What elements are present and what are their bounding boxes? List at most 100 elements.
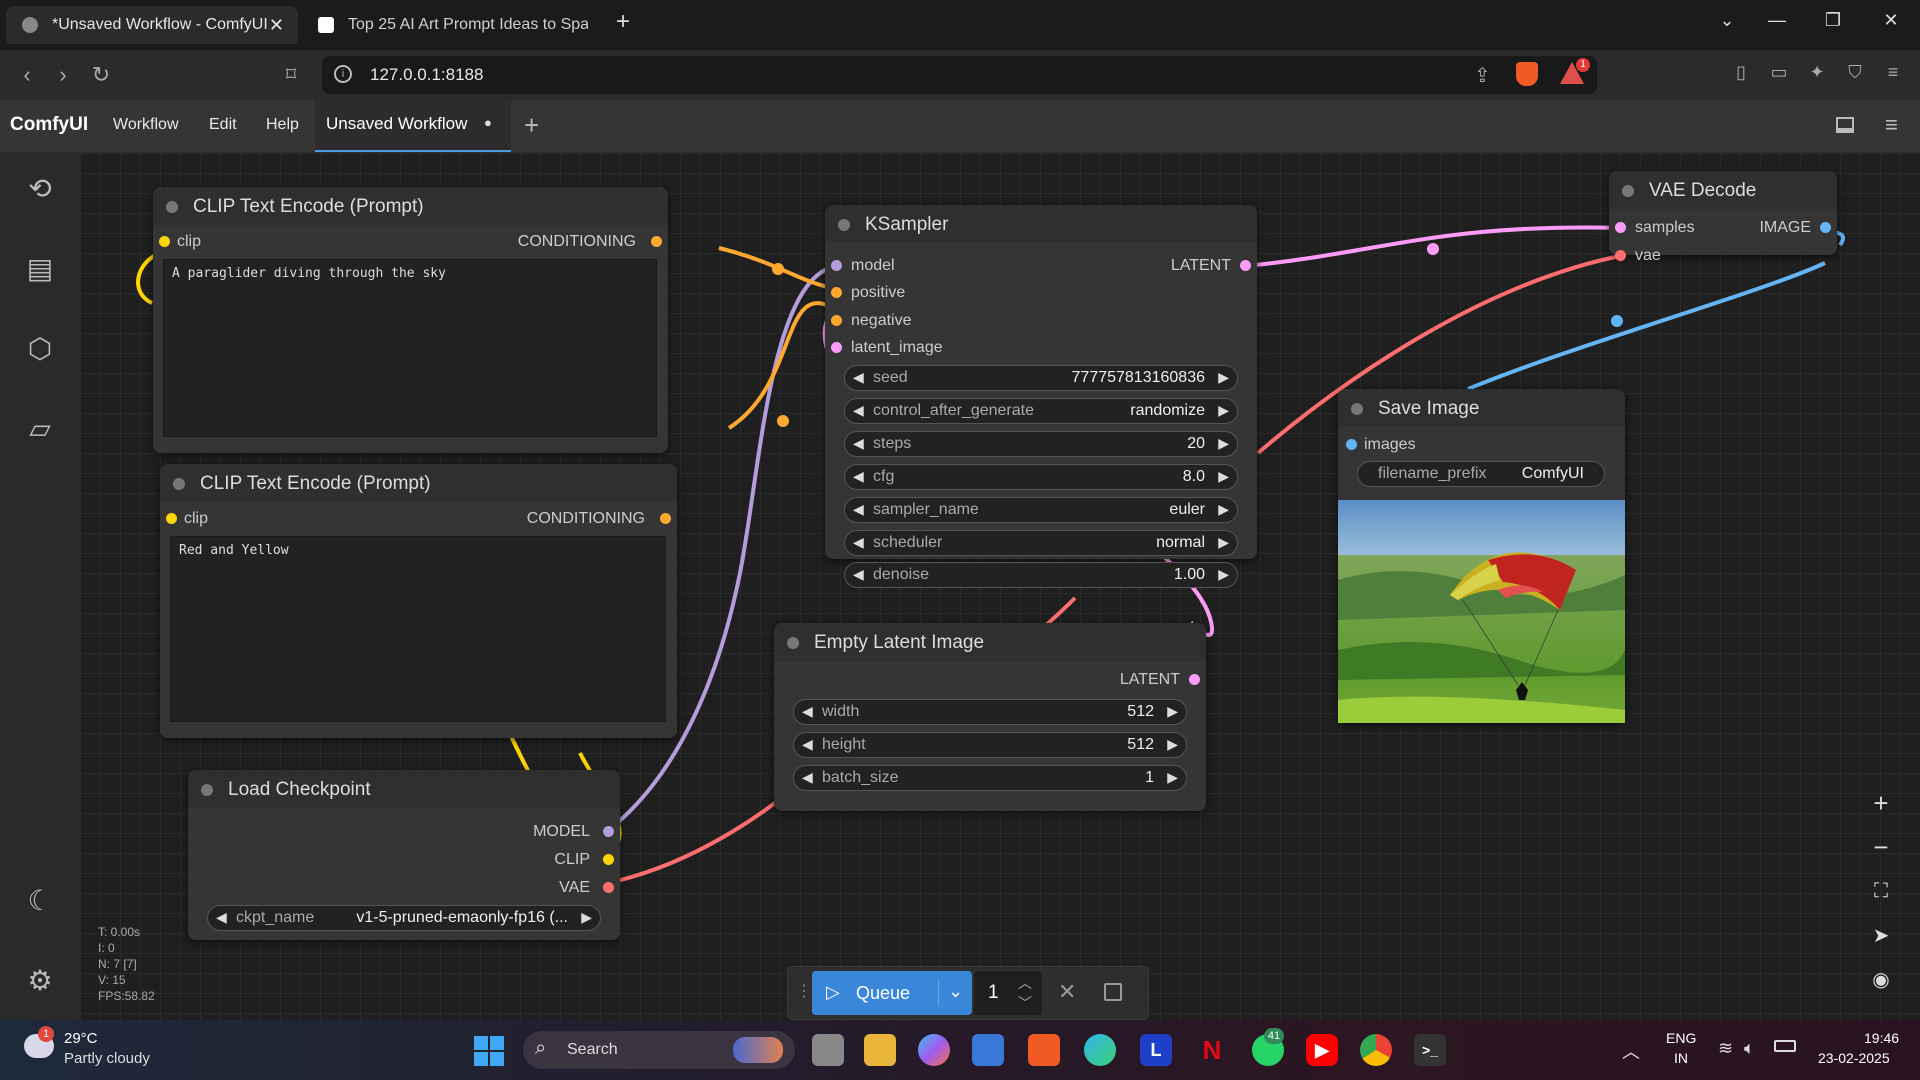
widget-height[interactable]: ◀ height 512 ▶ (793, 732, 1187, 758)
increment-chevron-icon[interactable]: ︿ (1018, 973, 1032, 993)
input-slot-model[interactable] (831, 260, 842, 271)
edge-browser-icon[interactable] (1084, 1034, 1116, 1066)
decrement-arrow-icon[interactable]: ◀ (216, 909, 227, 926)
decrement-arrow-icon[interactable]: ◀ (853, 468, 864, 485)
decrement-chevron-icon[interactable]: ﹀ (1018, 993, 1032, 1013)
input-slot-images[interactable] (1346, 439, 1357, 450)
increment-arrow-icon[interactable]: ▶ (1218, 435, 1229, 452)
node-load-checkpoint[interactable]: Load Checkpoint MODEL CLIP VAE ◀ ckpt_na… (188, 770, 620, 940)
increment-arrow-icon[interactable]: ▶ (581, 909, 592, 926)
settings-gear-icon[interactable]: ⚙ (18, 958, 62, 1002)
task-view-icon[interactable] (812, 1034, 844, 1066)
widget-width[interactable]: ◀ width 512 ▶ (793, 699, 1187, 725)
generated-image-preview[interactable] (1338, 500, 1625, 723)
site-info-icon[interactable]: i (334, 65, 352, 83)
wifi-icon[interactable]: ≋ (1718, 1038, 1733, 1059)
workflow-tab[interactable]: Unsaved Workflow ● (315, 100, 511, 152)
sidebar-toggle-icon[interactable]: ▯ (1728, 62, 1754, 83)
prompt-textarea[interactable]: A paraglider diving through the sky (163, 259, 657, 437)
browser-tab-comfyui[interactable]: *Unsaved Workflow - ComfyUI ✕ (6, 6, 298, 44)
battery-icon[interactable] (1774, 1040, 1796, 1052)
output-slot-clip[interactable] (603, 854, 614, 865)
new-tab-plus-icon[interactable]: + (608, 8, 638, 36)
decrement-arrow-icon[interactable]: ◀ (802, 769, 813, 786)
leo-ai-icon[interactable]: ✦ (1804, 62, 1830, 83)
widget-scheduler[interactable]: ◀ scheduler normal ▶ (844, 530, 1238, 556)
terminal-icon[interactable]: >_ (1414, 1034, 1446, 1066)
collapse-dot[interactable] (201, 784, 213, 796)
prompt-textarea[interactable]: Red and Yellow (170, 536, 666, 722)
collapse-dot[interactable] (166, 201, 178, 213)
node-clip-text-encode-positive[interactable]: CLIP Text Encode (Prompt) clip CONDITION… (153, 187, 668, 453)
widget-cfg[interactable]: ◀ cfg 8.0 ▶ (844, 464, 1238, 490)
decrement-arrow-icon[interactable]: ◀ (802, 703, 813, 720)
close-window-icon[interactable]: ✕ (1876, 10, 1906, 31)
microsoft-store-icon[interactable] (972, 1034, 1004, 1066)
increment-arrow-icon[interactable]: ▶ (1218, 468, 1229, 485)
back-arrow-icon[interactable]: ‹ (14, 62, 40, 88)
clock-time[interactable]: 19:46 (1864, 1030, 1899, 1046)
decrement-arrow-icon[interactable]: ◀ (853, 566, 864, 583)
output-slot-conditioning[interactable] (651, 236, 662, 247)
widget-batch-size[interactable]: ◀ batch_size 1 ▶ (793, 765, 1187, 791)
input-slot-latent-image[interactable] (831, 342, 842, 353)
output-slot-model[interactable] (603, 826, 614, 837)
output-slot-vae[interactable] (603, 882, 614, 893)
toggle-links-eye-icon[interactable]: ◉ (1863, 961, 1899, 997)
output-slot-image[interactable] (1820, 222, 1831, 233)
input-slot-clip[interactable] (166, 513, 177, 524)
bookmark-icon[interactable]: ⌑ (278, 62, 304, 87)
collapse-dot[interactable] (1622, 185, 1634, 197)
language-indicator[interactable]: ENG (1666, 1030, 1696, 1046)
minimize-window-icon[interactable]: — (1762, 10, 1792, 31)
widget-seed[interactable]: ◀ seed 777757813160836 ▶ (844, 365, 1238, 391)
node-empty-latent-image[interactable]: Empty Latent Image LATENT ◀ width 512 ▶ … (774, 623, 1206, 811)
windows-start-icon[interactable] (474, 1036, 504, 1066)
widget-sampler-name[interactable]: ◀ sampler_name euler ▶ (844, 497, 1238, 523)
collapse-dot[interactable] (838, 219, 850, 231)
taskbar-search-box[interactable]: ⌕ Search (523, 1031, 795, 1069)
increment-arrow-icon[interactable]: ▶ (1218, 402, 1229, 419)
collapse-dot[interactable] (787, 637, 799, 649)
close-tab-icon[interactable]: ✕ (269, 15, 284, 36)
increment-arrow-icon[interactable]: ▶ (1218, 501, 1229, 518)
queue-button[interactable]: ▷ Queue ⌄ (812, 971, 972, 1015)
node-clip-text-encode-negative[interactable]: CLIP Text Encode (Prompt) clip CONDITION… (160, 464, 677, 738)
decrement-arrow-icon[interactable]: ◀ (853, 501, 864, 518)
decrement-arrow-icon[interactable]: ◀ (853, 369, 864, 386)
queue-list-icon[interactable]: ▤ (18, 246, 62, 290)
brave-browser-icon[interactable] (1028, 1034, 1060, 1066)
brave-shields-icon[interactable] (1516, 62, 1538, 86)
decrement-arrow-icon[interactable]: ◀ (853, 534, 864, 551)
widget-denoise[interactable]: ◀ denoise 1.00 ▶ (844, 562, 1238, 588)
zoom-out-icon[interactable]: − (1863, 829, 1899, 865)
widget-ckpt-name[interactable]: ◀ ckpt_name v1-5-pruned-emaonly-fp16 (..… (207, 905, 601, 931)
input-slot-clip[interactable] (159, 236, 170, 247)
node-ksampler[interactable]: KSampler model positive negative latent_… (825, 205, 1257, 559)
browser-tab-article[interactable]: Top 25 AI Art Prompt Ideas to Spark (302, 6, 592, 44)
collapse-dot[interactable] (173, 478, 185, 490)
batch-count-input[interactable]: 1 ︿ ﹀ (974, 971, 1042, 1015)
zoom-in-icon[interactable]: + (1863, 785, 1899, 821)
menu-workflow[interactable]: Workflow (113, 116, 179, 134)
restore-window-icon[interactable]: ❐ (1818, 10, 1848, 31)
youtube-icon[interactable]: ▶ (1306, 1034, 1338, 1066)
workflows-folder-icon[interactable]: ▱ (18, 406, 62, 450)
chrome-icon[interactable] (1360, 1034, 1392, 1066)
output-slot-latent[interactable] (1189, 674, 1200, 685)
copilot-icon[interactable] (918, 1034, 950, 1066)
wallet-icon[interactable]: ▭ (1766, 62, 1792, 83)
share-icon[interactable]: ⇪ (1474, 63, 1491, 88)
new-workflow-plus-icon[interactable]: + (524, 110, 539, 141)
menu-edit[interactable]: Edit (209, 116, 237, 134)
netflix-icon[interactable]: N (1196, 1034, 1228, 1066)
menu-help[interactable]: Help (266, 116, 299, 134)
stop-icon[interactable] (1104, 983, 1122, 1001)
fit-view-icon[interactable]: ⛶ (1863, 873, 1899, 909)
tray-overflow-chevron-icon[interactable]: ︿ (1622, 1038, 1640, 1064)
input-slot-positive[interactable] (831, 287, 842, 298)
browser-menu-icon[interactable]: ≡ (1880, 62, 1906, 83)
bottom-panel-toggle-icon[interactable] (1836, 117, 1854, 133)
cancel-queue-icon[interactable]: ✕ (1058, 979, 1076, 1005)
widget-control-after-generate[interactable]: ◀ control_after_generate randomize ▶ (844, 398, 1238, 424)
